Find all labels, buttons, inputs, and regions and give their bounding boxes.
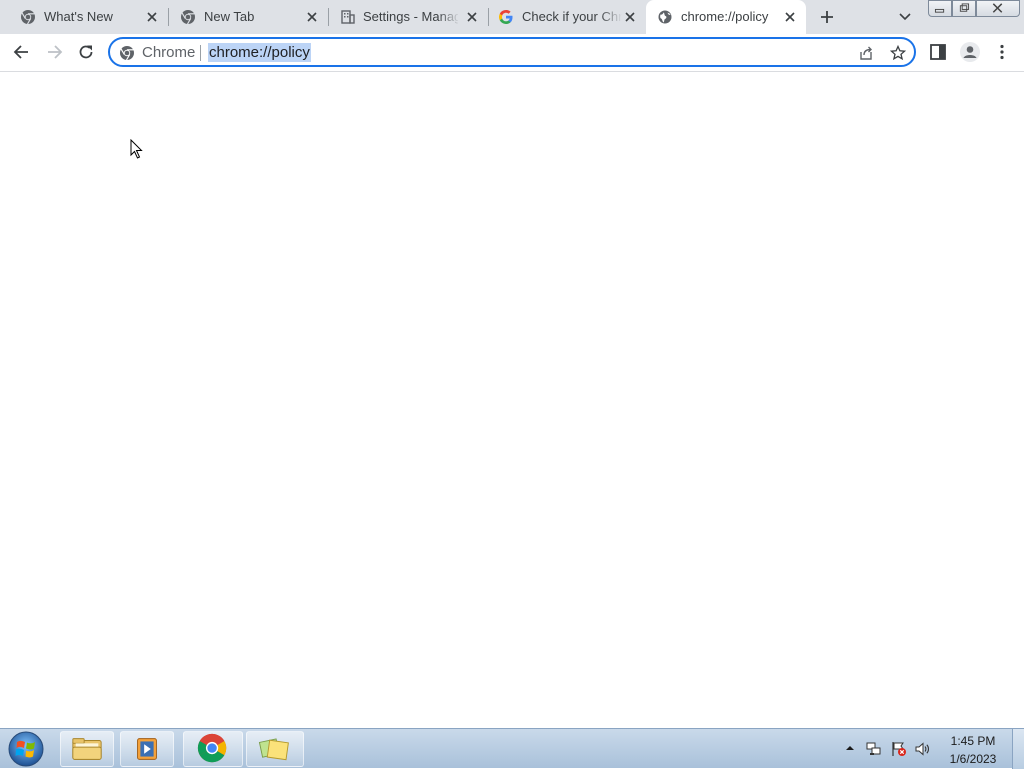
chrome-icon xyxy=(197,733,227,763)
more-menu-icon[interactable] xyxy=(992,42,1012,62)
close-icon[interactable] xyxy=(622,9,638,25)
chip-divider xyxy=(200,45,201,61)
taskbar-item-sticky-notes[interactable] xyxy=(246,731,304,767)
share-icon[interactable] xyxy=(858,45,874,61)
show-desktop-button[interactable] xyxy=(1012,729,1024,769)
taskbar: 1:45 PM 1/6/2023 xyxy=(0,728,1024,769)
star-icon[interactable] xyxy=(890,45,906,61)
folder-icon xyxy=(72,738,102,760)
minimize-icon xyxy=(934,8,945,13)
restore-icon xyxy=(959,3,970,12)
tab-title-fade xyxy=(438,8,460,26)
close-icon[interactable] xyxy=(464,9,480,25)
sticky-notes-icon xyxy=(258,738,289,761)
profile-avatar-icon[interactable] xyxy=(959,41,981,63)
clock-date: 1/6/2023 xyxy=(949,752,997,766)
window-close-button[interactable] xyxy=(976,0,1020,17)
tab-settings[interactable]: Settings - Manage xyxy=(328,0,488,34)
close-icon xyxy=(992,3,1003,13)
google-icon xyxy=(499,10,513,24)
action-center-flag-icon[interactable] xyxy=(891,741,907,757)
address-bar[interactable]: Chrome chrome://policy xyxy=(108,37,916,67)
side-panel-icon[interactable] xyxy=(928,42,948,62)
tab-strip: What's New New Tab Settings - Manage Che… xyxy=(0,0,1024,34)
close-icon[interactable] xyxy=(782,9,798,25)
media-player-icon xyxy=(137,738,157,760)
close-icon[interactable] xyxy=(144,9,160,25)
tab-check-chrome[interactable]: Check if your Chro xyxy=(488,0,646,34)
system-clock[interactable]: 1:45 PM 1/6/2023 xyxy=(940,733,1006,767)
browser-toolbar: Chrome chrome://policy xyxy=(0,34,1024,72)
close-icon[interactable] xyxy=(304,9,320,25)
minimize-button[interactable] xyxy=(928,0,952,17)
chrome-icon xyxy=(120,46,134,61)
chevron-down-icon[interactable] xyxy=(896,9,914,25)
tab-title: chrome://policy xyxy=(681,9,769,24)
tab-title: New Tab xyxy=(204,9,255,24)
taskbar-item-explorer[interactable] xyxy=(60,731,114,767)
page-content xyxy=(0,72,1024,728)
back-arrow-icon[interactable] xyxy=(12,42,32,62)
reload-icon[interactable] xyxy=(76,42,96,62)
taskbar-item-media-player[interactable] xyxy=(120,731,174,767)
mouse-cursor-icon xyxy=(130,139,143,159)
building-icon xyxy=(341,10,355,24)
globe-icon xyxy=(658,10,672,24)
volume-icon[interactable] xyxy=(914,741,930,757)
tab-new-tab[interactable]: New Tab xyxy=(168,0,328,34)
network-icon[interactable] xyxy=(866,741,882,757)
url-text[interactable]: chrome://policy xyxy=(208,43,311,62)
start-button-icon[interactable] xyxy=(6,730,46,768)
tray-expand-icon[interactable] xyxy=(844,742,856,754)
plus-icon[interactable] xyxy=(816,6,838,28)
tab-title: What's New xyxy=(44,9,113,24)
tab-whats-new[interactable]: What's New xyxy=(0,0,168,34)
tab-title-fade xyxy=(600,8,622,26)
chrome-icon xyxy=(21,10,35,25)
clock-time: 1:45 PM xyxy=(950,734,996,748)
chrome-icon xyxy=(181,10,195,25)
restore-button[interactable] xyxy=(952,0,976,17)
forward-arrow-icon[interactable] xyxy=(44,42,64,62)
taskbar-item-chrome[interactable] xyxy=(183,731,243,767)
tab-policy[interactable]: chrome://policy xyxy=(646,0,806,34)
security-chip-label: Chrome xyxy=(142,44,196,61)
